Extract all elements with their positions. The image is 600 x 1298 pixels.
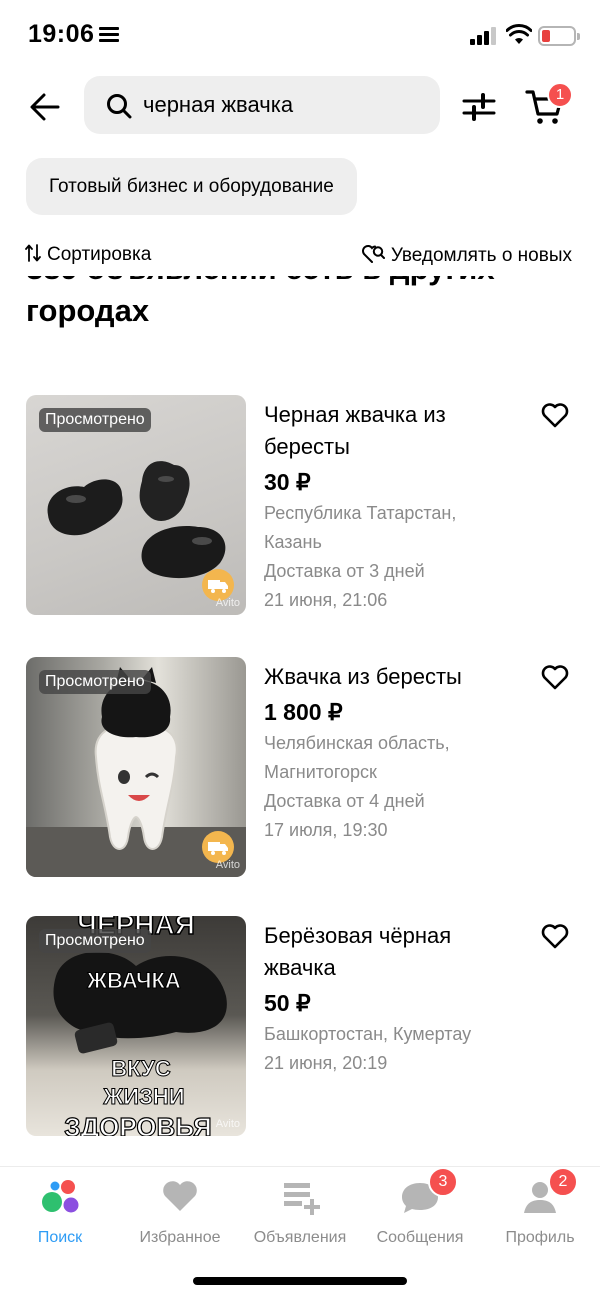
results-heading: 389 объявлений есть в других городах [26, 276, 586, 356]
battery-icon [538, 26, 580, 46]
status-bar: 19:06 [0, 0, 600, 70]
poster-text-2: ЖВАЧКА [86, 968, 181, 993]
wifi-icon [506, 24, 532, 44]
avito-dots-icon [42, 1180, 79, 1213]
tab-profile[interactable]: 2 Профиль [480, 1167, 600, 1247]
arrow-left-icon[interactable] [28, 90, 62, 124]
add-listing-icon [284, 1183, 320, 1215]
heart-icon[interactable] [540, 663, 570, 691]
listing-location: Республика Татарстан, Казань [264, 503, 457, 552]
clock: 19:06 [28, 20, 95, 48]
poster-text-4: ЖИЗНИ [102, 1084, 184, 1109]
poster-text-5: ЗДОРОВЬЯ [64, 1112, 211, 1136]
heart-search-icon [361, 245, 385, 263]
cart-badge: 1 [547, 82, 573, 108]
listing-price: 50 ₽ [264, 990, 311, 1016]
viewed-badge: Просмотрено [39, 408, 151, 432]
tab-favorites[interactable]: Избранное [120, 1175, 240, 1247]
listing-location: Башкортостан, Кумертау [264, 1024, 472, 1044]
listing-date: 21 июня, 20:19 [264, 1053, 388, 1073]
listing-delivery: Доставка от 3 дней [264, 561, 425, 581]
avito-watermark: Avito [215, 859, 240, 871]
tab-label: Профиль [505, 1229, 575, 1246]
listing-card[interactable]: Просмотрено Avito Жвачка из бересты 1 80… [0, 657, 600, 879]
tab-search[interactable]: Поиск [0, 1175, 120, 1247]
search-icon [107, 94, 132, 119]
viewed-badge: Просмотрено [39, 929, 151, 953]
poster-text-3: ВКУС [111, 1056, 171, 1081]
tab-messages[interactable]: 3 Сообщения [360, 1167, 480, 1247]
listing-price: 30 ₽ [264, 469, 311, 495]
listing-date: 21 июня, 21:06 [264, 590, 388, 610]
listing-card[interactable]: ЧЁРНАЯ ЖВАЧКА ВКУС ЖИЗНИ ЗДОРОВЬЯ Просмо… [0, 916, 600, 1138]
tab-label: Поиск [37, 1229, 83, 1246]
heart-icon [163, 1181, 197, 1211]
search-query: черная жвачка [143, 92, 294, 117]
viewed-badge: Просмотрено [39, 670, 151, 694]
avito-watermark: Avito [215, 597, 240, 609]
avito-watermark: Avito [215, 1118, 240, 1130]
results-heading-line1: 389 объявлений есть в других [26, 276, 586, 290]
listing-price: 1 800 ₽ [264, 699, 343, 725]
heart-icon[interactable] [540, 922, 570, 950]
listing-title[interactable]: Берёзовая чёрная жвачка [264, 920, 509, 984]
listing-title[interactable]: Жвачка из бересты [264, 661, 509, 693]
listing-card[interactable]: Просмотрено Avito Черная жвачка из берес… [0, 395, 600, 617]
signal-icon [470, 27, 496, 45]
sort-button[interactable]: Сортировка [25, 244, 151, 266]
tab-label: Сообщения [376, 1229, 464, 1246]
search-header: черная жвачка 1 [0, 76, 600, 136]
listing-info: Жвачка из бересты 1 800 ₽ Челябинская об… [264, 661, 509, 845]
notify-button[interactable]: Уведомлять о новых [361, 244, 572, 267]
profile-badge: 2 [548, 1167, 578, 1197]
listing-info: Берёзовая чёрная жвачка 50 ₽ Башкортоста… [264, 920, 509, 1078]
sort-arrows-icon [25, 244, 41, 262]
listing-delivery: Доставка от 4 дней [264, 791, 425, 811]
listing-title[interactable]: Черная жвачка из бересты [264, 399, 509, 463]
home-indicator[interactable] [193, 1277, 407, 1285]
listing-info: Черная жвачка из бересты 30 ₽ Республика… [264, 399, 509, 615]
tab-label: Объявления [253, 1229, 347, 1246]
category-chip[interactable]: Готовый бизнес и оборудование [26, 158, 357, 215]
tab-ads[interactable]: Объявления [240, 1175, 360, 1247]
messages-badge: 3 [428, 1167, 458, 1197]
listing-photo[interactable]: ЧЁРНАЯ ЖВАЧКА ВКУС ЖИЗНИ ЗДОРОВЬЯ Просмо… [26, 916, 246, 1136]
messages-icon-wrap: 3 [398, 1167, 458, 1217]
sort-bar: Сортировка Уведомлять о новых [0, 240, 600, 272]
results-heading-line2: городах [26, 293, 150, 328]
profile-icon-wrap: 2 [518, 1167, 578, 1217]
notify-label: Уведомлять о новых [390, 245, 572, 266]
sort-label: Сортировка [47, 244, 152, 265]
search-input[interactable]: черная жвачка [84, 76, 440, 134]
tab-label: Избранное [139, 1229, 221, 1246]
heart-icon[interactable] [540, 401, 570, 429]
listing-date: 17 июля, 19:30 [264, 820, 388, 840]
listing-photo[interactable]: Просмотрено Avito [26, 657, 246, 877]
list-icon [99, 27, 119, 43]
listing-photo[interactable]: Просмотрено Avito [26, 395, 246, 615]
listing-location: Челябинская область, Магнитогорск [264, 733, 450, 782]
sliders-icon[interactable] [462, 92, 496, 122]
